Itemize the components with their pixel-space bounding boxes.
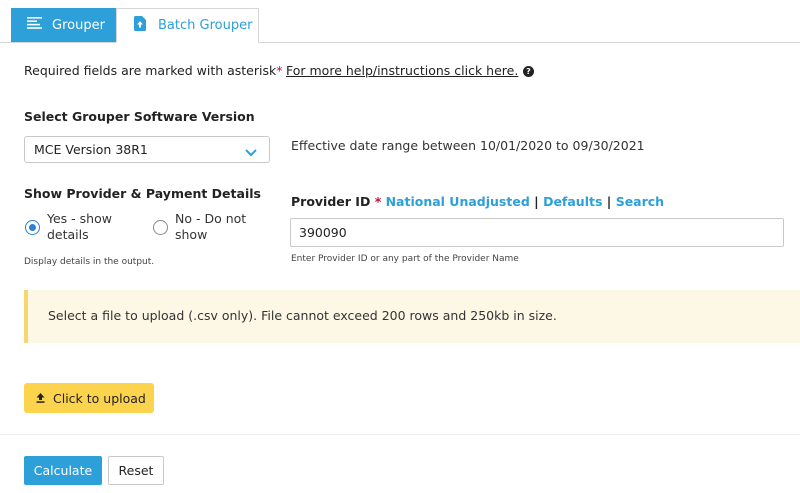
calculate-button[interactable]: Calculate	[24, 456, 102, 485]
tab-bar: Grouper Batch Grouper	[0, 0, 800, 43]
tab-batch-grouper[interactable]: Batch Grouper	[116, 8, 259, 43]
tab-batch-grouper-label: Batch Grouper	[158, 18, 253, 33]
file-upload-icon	[134, 16, 146, 35]
effective-date-range: Effective date range between 10/01/2020 …	[291, 138, 645, 153]
provider-id-label: Provider ID * National Unadjusted | Defa…	[291, 194, 665, 209]
tab-grouper[interactable]: Grouper	[11, 8, 116, 42]
upload-button-label: Click to upload	[53, 390, 146, 406]
radio-yes-indicator[interactable]	[25, 220, 40, 235]
required-fields-text: Required fields are marked with asterisk	[24, 63, 277, 78]
payment-details-label: Show Provider & Payment Details	[24, 186, 261, 201]
search-link[interactable]: Search	[616, 194, 664, 209]
national-unadjusted-link[interactable]: National Unadjusted	[386, 194, 530, 209]
provider-required-asterisk: *	[374, 194, 382, 209]
provider-id-input[interactable]: 390090	[290, 218, 784, 247]
upload-notice: Select a file to upload (.csv only). Fil…	[24, 290, 800, 343]
payment-details-hint: Display details in the output.	[24, 257, 155, 267]
radio-no-indicator[interactable]	[153, 220, 168, 235]
grouper-version-label: Select Grouper Software Version	[24, 109, 255, 124]
defaults-link[interactable]: Defaults	[543, 194, 602, 209]
grouper-version-select[interactable]: MCE Version 38R1	[24, 136, 270, 163]
grouper-version-value: MCE Version 38R1	[34, 142, 148, 157]
divider	[0, 434, 800, 435]
radio-yes-label: Yes - show details	[47, 211, 112, 242]
tab-grouper-label: Grouper	[52, 17, 105, 33]
radio-no-label: No - Do not show	[175, 211, 247, 242]
required-asterisk: *	[276, 63, 283, 78]
link-separator: |	[606, 194, 612, 209]
upload-icon	[36, 391, 45, 406]
list-icon	[27, 17, 42, 33]
upload-notice-text: Select a file to upload (.csv only). Fil…	[48, 308, 557, 323]
reset-button[interactable]: Reset	[108, 456, 164, 485]
radio-yes-show-details[interactable]: Yes - show details	[25, 211, 112, 243]
chevron-down-icon	[245, 145, 257, 160]
upload-button[interactable]: Click to upload	[24, 383, 154, 413]
question-circle-icon[interactable]: ?	[523, 66, 534, 77]
radio-no-do-not-show[interactable]: No - Do not show	[153, 211, 246, 243]
link-separator: |	[534, 194, 539, 209]
required-fields-note: Required fields are marked with asterisk…	[24, 63, 283, 78]
provider-id-hint: Enter Provider ID or any part of the Pro…	[291, 254, 519, 264]
help-instructions-link[interactable]: For more help/instructions click here.	[286, 63, 518, 78]
